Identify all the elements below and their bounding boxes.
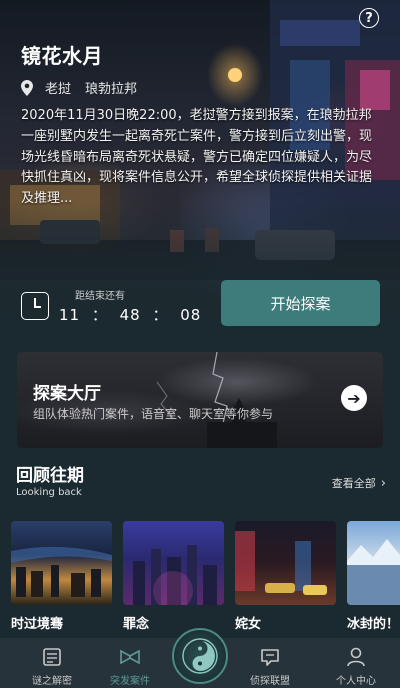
location-pin-icon [21, 79, 33, 96]
countdown: 距结束还有 11 ： 48 ： 08 [21, 287, 201, 325]
hall-title: 探案大厅 [33, 384, 101, 404]
past-case-title: 罪念 [123, 617, 150, 632]
start-investigation-button[interactable]: 开始探案 [221, 280, 380, 326]
person-icon [347, 647, 365, 667]
past-case-thumbnail[interactable] [123, 521, 224, 605]
past-case-title: 姹女 [235, 617, 262, 632]
past-case-thumbnail[interactable] [347, 521, 400, 605]
question-circle-icon[interactable]: ? [359, 8, 379, 28]
case-location: 老挝 琅勃拉邦 [21, 78, 137, 97]
case-title: 镜花水月 [21, 44, 103, 68]
clock-icon [21, 292, 49, 320]
tab-label: 谜之解密 [32, 676, 72, 687]
past-case-title: 时过境骞 [11, 617, 64, 632]
tab-label: 个人中心 [336, 676, 376, 687]
frozen-lake-image [347, 539, 400, 605]
investigation-hall-card[interactable]: 探案大厅 组队体验热门案件，语音室、聊天室等你参与 ➔ [17, 352, 383, 448]
tab-label: 突发案件 [110, 676, 150, 687]
hall-subtitle: 组队体验热门案件，语音室、聊天室等你参与 [33, 407, 274, 421]
view-all-label: 查看全部 [331, 477, 376, 490]
location-city: 琅勃拉邦 [85, 82, 138, 97]
review-subtitle: Looking back [16, 487, 82, 498]
tab-label: 侦探联盟 [250, 676, 290, 687]
yin-yang-icon [182, 638, 218, 674]
city-bay-image [11, 546, 112, 597]
countdown-time: 11 ： 48 ： 08 [59, 306, 202, 324]
location-country: 老挝 [45, 82, 72, 97]
chat-bubble-icon [261, 649, 279, 666]
countdown-label: 距结束还有 [75, 291, 125, 302]
tab-alliance[interactable]: 侦探联盟 [230, 638, 310, 688]
past-case-title: 冰封的！ [347, 617, 400, 632]
view-all-link[interactable]: 查看全部 › [332, 475, 386, 491]
tab-cases[interactable]: 突发案件 [90, 638, 170, 688]
newspaper-icon [43, 648, 61, 666]
chevron-right-icon: › [380, 475, 386, 491]
neon-street-image [235, 531, 327, 595]
tab-mystery[interactable]: 谜之解密 [12, 638, 92, 688]
past-case-thumbnail[interactable] [235, 521, 336, 605]
arrow-right-circle-icon[interactable]: ➔ [341, 385, 367, 411]
bowtie-icon [120, 649, 140, 665]
tab-profile[interactable]: 个人中心 [316, 638, 396, 688]
center-action-button[interactable] [172, 628, 228, 684]
review-title: 回顾往期 [16, 466, 84, 486]
case-description: 2020年11月30日晚22:00，老挝警方接到报案，在琅勃拉邦一座别墅内发生一… [21, 108, 373, 207]
past-case-thumbnail[interactable] [11, 521, 112, 605]
city-skyline-image [133, 545, 217, 605]
